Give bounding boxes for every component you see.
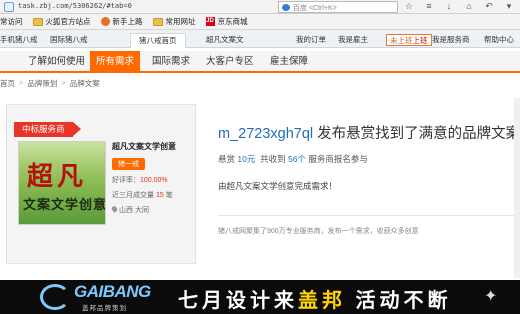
footer-note: 猪八戒网聚集了900万专业服务商，发布一个需求，收获众多创意 [218,228,419,235]
bounty-label: 悬赏 [218,154,236,164]
winner-ribbon: 中标服务商 [14,122,80,137]
provider-level-badge: 猪一戒 [112,158,145,170]
banner-brand: GAIBANG [74,282,151,301]
home-icon[interactable]: ⌂ [464,1,474,12]
link-employer[interactable]: 我是雇主 [338,33,368,48]
bookmark-label: 常访问 [0,17,23,26]
deals-value: 15 [155,192,164,199]
slogan-pre: 七月设计来 [178,290,298,312]
nav-international[interactable]: 国际需求 [146,51,196,73]
bookmark-label: 新手上路 [112,17,143,26]
bookmark-item[interactable]: 火狐官方站点 [32,16,91,27]
deals-unit: 笔 [165,192,173,199]
breadcrumb-item[interactable]: 首页 [0,78,15,89]
bookmark-label: 常用网址 [165,17,196,26]
bookmark-item[interactable]: 新手上路 [100,16,143,27]
gaibang-logo-icon [40,284,70,310]
received-value: 56个 [287,154,306,164]
breadcrumb-separator: > [19,78,24,87]
task-meta: 悬赏 10元 共收到 56个 服务商报名参与 [218,153,368,165]
provider-info: 超凡文案文学创意 猪一戒 好评率：100.00% 近三月成交量 15 笔 山西 … [110,141,192,215]
location-pin-icon [110,205,119,213]
breadcrumb-item[interactable]: 品牌文案 [70,78,100,89]
tab-home[interactable]: 猪八戒首页 [130,33,186,48]
task-title-text: 发布悬赏找到了满意的品牌文案 [313,126,520,142]
slogan-highlight: 盖邦 [298,290,346,312]
folder-icon [152,17,163,26]
star-icon[interactable]: ☆ [404,1,414,12]
received-tail: 服务商报名参与 [308,154,368,164]
menu-icon[interactable]: ▾ [504,1,514,12]
bookmark-item[interactable]: 常用网址 [152,16,196,27]
ad-banner[interactable]: GAIBANG 盖邦品牌策划 七月设计来盖邦 活动不断 ✦ [0,280,520,314]
divider [218,215,520,216]
scrollbar[interactable] [514,98,520,278]
search-input[interactable]: 百度 <Ctrl+K> [278,1,398,13]
sparkle-icon: ✦ [484,288,498,305]
location-stat: 山西 大同 [110,205,192,215]
received-label: 共收到 [260,154,286,164]
slogan-post: 活动不断 [346,290,452,312]
link-help[interactable]: 帮助中心 [484,33,514,48]
firefox-icon [100,17,110,26]
task-title: m_2723xgh7ql 发布悬赏找到了满意的品牌文案 [218,122,520,143]
nav-how-to-use[interactable]: 了解如何使用 [22,51,91,73]
breadcrumb-separator: > [61,78,66,87]
provider-logo-image[interactable]: 超凡 文案文学创意 [18,141,106,225]
work-status-extra: 上班 [412,36,428,45]
completed-message: 由超凡文案文学创意完成需求！ [218,181,338,191]
folder-icon [32,17,43,26]
bookmarks-bar: 常访问 火狐官方站点 新手上路 常用网址 JD 京东商城 [0,14,520,30]
breadcrumb: 首页 > 品牌策划 > 品牌文案 [0,78,100,89]
url-field[interactable]: task.zbj.com/5306262/#tab=0 [18,2,132,10]
bookmark-list-icon[interactable]: ≡ [424,1,434,12]
provider-name[interactable]: 超凡文案文学创意 [112,141,192,152]
deals-stat: 近三月成交量 15 笔 [112,190,192,200]
search-placeholder: 百度 <Ctrl+K> [293,5,337,12]
deals-label: 近三月成交量 [112,192,154,199]
rating-value: 100.00% [140,177,168,184]
download-icon[interactable]: ↓ [444,1,454,12]
link-international[interactable]: 国际猪八戒 [50,33,88,48]
site-topbar: 手机猪八戒 国际猪八戒 猪八戒首页 超凡文案文 我的订单 我是雇主 未上班上班 … [0,30,520,48]
bookmark-label: 火狐官方站点 [45,17,91,26]
bounty-value: 10元 [237,154,256,164]
work-status-toggle[interactable]: 未上班上班 [386,34,432,46]
banner-brand-sub: 盖邦品牌策划 [82,305,127,312]
nav-enterprise[interactable]: 大客户专区 [200,51,260,73]
breadcrumb-item[interactable]: 品牌策划 [27,78,57,89]
bookmark-item[interactable]: 常访问 [0,16,23,27]
link-mobile[interactable]: 手机猪八戒 [0,33,38,48]
baidu-icon [282,4,290,11]
nav-all-demands[interactable]: 所有需求 [90,51,141,73]
site-identity-icon[interactable] [4,2,14,12]
banner-slogan: 七月设计来盖邦 活动不断 [178,284,452,313]
work-status-label: 未上班 [390,36,413,45]
location-text: 山西 大同 [119,207,149,214]
nav-employer-guarantee[interactable]: 雇主保障 [264,51,314,73]
link-provider[interactable]: 我是服务商 [432,33,470,48]
main-nav: 了解如何使用 所有需求 国际需求 大客户专区 雇主保障 [0,51,520,73]
browser-toolbar: task.zbj.com/5306262/#tab=0 百度 <Ctrl+K> … [0,0,520,14]
tab-shop[interactable]: 超凡文案文 [206,33,244,48]
logo-text-small: 文案文学创意 [23,198,106,213]
back-icon[interactable]: ↶ [484,1,494,12]
rating-label: 好评率： [112,177,140,184]
task-user-link[interactable]: m_2723xgh7ql [218,126,313,142]
rating-stat: 好评率：100.00% [112,175,192,185]
jd-icon: JD [205,17,215,26]
link-my-orders[interactable]: 我的订单 [296,33,326,48]
bookmark-label: 京东商城 [217,17,248,26]
logo-text-big: 超凡 [27,162,88,192]
bookmark-item[interactable]: JD 京东商城 [205,16,248,27]
